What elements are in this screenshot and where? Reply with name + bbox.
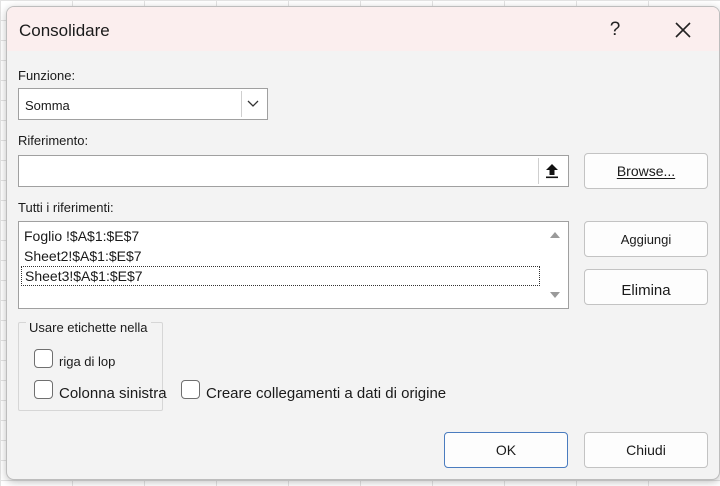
dialog-title: Consolidare — [19, 21, 110, 40]
delete-button-label: Elimina — [621, 282, 671, 299]
left-column-checkbox[interactable] — [34, 380, 53, 399]
reference-label: Riferimento: — [18, 133, 89, 148]
collapse-dialog-button[interactable] — [538, 158, 566, 184]
ok-button-label: OK — [495, 442, 517, 458]
top-row-checkbox[interactable] — [34, 349, 53, 368]
create-links-checkbox[interactable] — [181, 380, 200, 399]
all-references-list[interactable]: Foglio !$A$1:$E$7 Sheet2!$A$1:$E$7 Sheet… — [18, 221, 569, 309]
browse-button[interactable]: Browse... — [584, 153, 708, 189]
close-button[interactable] — [669, 16, 697, 44]
chevron-down-icon — [247, 100, 259, 107]
list-scrollbar[interactable] — [543, 223, 567, 307]
delete-button[interactable]: Elimina — [584, 269, 708, 305]
up-arrow-icon — [546, 164, 558, 179]
function-dropdown[interactable]: Somma — [18, 88, 268, 120]
triangle-up-icon[interactable] — [543, 225, 567, 245]
add-button[interactable]: Aggiungi — [584, 221, 708, 257]
top-row-label: riga di lop — [59, 354, 116, 369]
reference-input[interactable] — [18, 155, 569, 187]
title-bar: Consolidare ? — [7, 7, 719, 51]
add-button-label: Aggiungi — [620, 232, 672, 247]
use-labels-group-title: Usare etichette nella — [26, 320, 151, 335]
help-button[interactable]: ? — [601, 16, 629, 44]
consolidate-dialog: Consolidare ? Funzione: Somma Riferiment… — [6, 6, 720, 480]
triangle-down-icon[interactable] — [543, 285, 567, 305]
browse-button-label: Browse... — [616, 163, 676, 179]
close-dialog-button[interactable]: Chiudi — [584, 432, 708, 468]
all-references-label: Tutti i riferimenti: — [18, 200, 114, 215]
list-item[interactable]: Foglio !$A$1:$E$7 — [21, 226, 540, 246]
list-item[interactable]: Sheet2!$A$1:$E$7 — [21, 246, 540, 266]
function-label: Funzione: — [18, 68, 76, 83]
close-icon — [675, 22, 691, 38]
create-links-label: Creare collegamenti a dati di origine — [206, 385, 447, 402]
list-item[interactable]: Sheet3!$A$1:$E$7 — [21, 266, 540, 286]
function-selected-value: Somma — [25, 98, 70, 113]
question-mark-icon: ? — [609, 19, 621, 40]
left-column-label: Colonna sinistra — [59, 385, 167, 402]
function-dropdown-toggle[interactable] — [241, 91, 265, 117]
close-dialog-button-label: Chiudi — [626, 442, 666, 458]
ok-button[interactable]: OK — [444, 432, 568, 468]
